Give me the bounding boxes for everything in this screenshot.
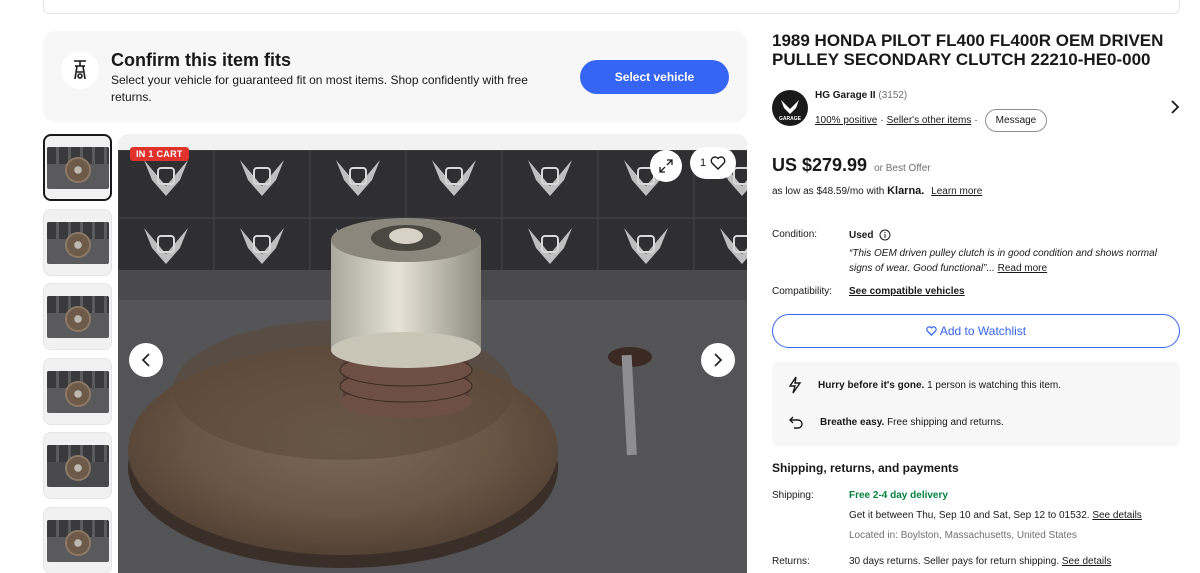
returns-text: 30 days returns. Seller pays for return … <box>849 556 1060 567</box>
seller-card[interactable]: GARAGE HG Garage II (3152) 100% positive… <box>772 88 1180 132</box>
shipping-heading: Shipping, returns, and payments <box>772 461 959 475</box>
product-title: 1989 HONDA PILOT FL400 FL400R OEM DRIVEN… <box>772 31 1164 69</box>
thumbnail-image <box>46 295 109 338</box>
shipping-label: Shipping: <box>772 490 814 501</box>
thumbnail-5[interactable] <box>43 432 112 499</box>
item-location: Located in: Boylston, Massachusetts, Uni… <box>849 530 1077 541</box>
separator: · <box>974 115 978 126</box>
like-count: 1 <box>699 157 707 169</box>
hurry-row: Hurry before it's gone. 1 person is watc… <box>788 376 1061 394</box>
hurry-bold: Hurry before it's gone. <box>818 379 925 391</box>
thumbnail-image <box>46 370 109 413</box>
seller-feedback-count: (3152) <box>878 90 908 101</box>
expand-icon[interactable] <box>650 150 682 182</box>
klarna-line: as low as $48.59/mo with Klarna. Learn m… <box>772 185 982 197</box>
best-offer-label: or Best Offer <box>874 163 931 174</box>
klarna-text: as low as $48.59/mo with <box>772 186 885 197</box>
watch-like-button[interactable]: 1 <box>690 147 736 179</box>
seller-logo[interactable]: GARAGE <box>772 90 808 126</box>
message-seller-button[interactable]: Message <box>984 109 1048 132</box>
seller-name-row: HG Garage II (3152) <box>815 90 907 101</box>
svg-text:GARAGE: GARAGE <box>779 116 802 122</box>
easy-text: Free shipping and returns. <box>887 416 1004 428</box>
info-icon[interactable] <box>879 229 891 241</box>
previous-image-button[interactable] <box>129 343 163 377</box>
watchlist-label: Add to Watchlist <box>939 324 1027 338</box>
condition-value-row: Used <box>849 229 891 241</box>
compatibility-label: Compatibility: <box>772 286 833 297</box>
chevron-left-icon <box>141 353 150 367</box>
returns-label: Returns: <box>772 556 810 567</box>
chevron-right-icon[interactable] <box>1170 100 1180 119</box>
delivery-dates-text: Get it between Thu, Sep 10 and Sat, Sep … <box>849 510 1090 521</box>
klarna-logo: Klarna. <box>887 185 925 197</box>
info-box: Hurry before it's gone. 1 person is watc… <box>772 362 1180 446</box>
see-compatible-vehicles-link[interactable]: See compatible vehicles <box>849 286 965 297</box>
condition-value: Used <box>849 229 874 241</box>
shipping-value: Free 2-4 day delivery <box>849 490 948 501</box>
breathe-row: Breathe easy. Free shipping and returns. <box>788 414 1004 430</box>
hurry-text: 1 person is watching this item. <box>927 379 1062 391</box>
thumbnail-3[interactable] <box>43 283 112 350</box>
fit-title: Confirm this item fits <box>111 50 292 70</box>
thumbnail-image <box>46 146 109 189</box>
seller-positive-link[interactable]: 100% positive <box>815 115 877 126</box>
seller-name[interactable]: HG Garage II <box>815 90 876 101</box>
thumbnail-2[interactable] <box>43 209 112 276</box>
condition-description: “This OEM driven pulley clutch is in goo… <box>849 246 1159 276</box>
thumbnail-image <box>46 444 109 487</box>
motorcycle-icon <box>61 51 99 89</box>
product-photo[interactable] <box>118 150 747 573</box>
fit-subtitle: Select your vehicle for guaranteed fit o… <box>111 73 528 104</box>
seller-meta: 100% positive · Seller's other items · M… <box>815 109 1048 132</box>
select-vehicle-button[interactable]: Select vehicle <box>580 60 729 94</box>
price-value: US $279.99 <box>772 155 868 175</box>
thumbnail-1[interactable] <box>43 134 112 201</box>
klarna-learn-more-link[interactable]: Learn more <box>931 186 982 197</box>
fit-banner: Confirm this item fits Select your vehic… <box>43 31 747 122</box>
heart-icon <box>926 326 937 336</box>
returns-see-details-link[interactable]: See details <box>1062 556 1111 567</box>
seller-other-items-link[interactable]: Seller's other items <box>887 115 972 126</box>
heart-icon <box>710 156 726 170</box>
lightning-icon <box>788 376 802 394</box>
separator: · <box>880 115 884 126</box>
condition-label: Condition: <box>772 229 818 240</box>
chevron-right-icon <box>714 353 723 367</box>
price: US $279.99 or Best Offer <box>772 155 931 176</box>
returns-value: 30 days returns. Seller pays for return … <box>849 556 1111 567</box>
main-image-stage: IN 1 CART 1 <box>118 134 747 573</box>
see-details-link[interactable]: See details <box>1092 510 1141 521</box>
thumbnail-image <box>46 519 109 562</box>
thumbnail-4[interactable] <box>43 358 112 425</box>
next-image-button[interactable] <box>701 343 735 377</box>
delivery-dates: Get it between Thu, Sep 10 and Sat, Sep … <box>849 510 1142 521</box>
add-to-watchlist-button[interactable]: Add to Watchlist <box>772 314 1180 348</box>
read-more-link[interactable]: Read more <box>998 263 1047 274</box>
return-arrow-icon <box>789 416 803 429</box>
thumbnail-6[interactable] <box>43 507 112 573</box>
in-cart-badge: IN 1 CART <box>130 147 189 161</box>
easy-bold: Breathe easy. <box>820 416 885 428</box>
header-box-edge <box>43 0 1180 14</box>
thumbnail-image <box>46 221 109 264</box>
